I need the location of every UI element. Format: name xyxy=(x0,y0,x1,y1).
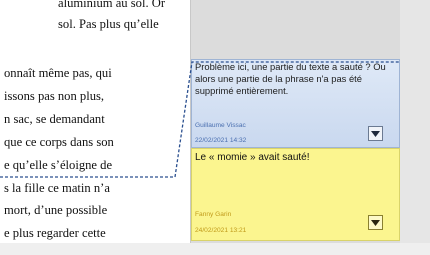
document-line: e qu’elle s’éloigne de xyxy=(4,158,113,172)
workspace-bottom xyxy=(0,243,430,255)
document-line: issons pas non plus, xyxy=(4,89,105,103)
document-line: mort, d’une possible xyxy=(4,203,108,217)
comment-menu-button[interactable] xyxy=(368,126,383,141)
triangle-down-icon xyxy=(371,130,380,137)
document-line: que ce corps dans son xyxy=(4,135,114,149)
comment-author: Fanny Garin xyxy=(195,211,232,218)
comment-text[interactable]: Problème ici, une partie du texte a saut… xyxy=(195,61,398,97)
document-line: aluminium au sol. Or xyxy=(58,0,166,10)
document-line: n sac, se demandant xyxy=(4,112,105,126)
triangle-down-icon xyxy=(371,219,380,226)
document-page[interactable]: aluminium au sol. Or sol. Pas plus qu’el… xyxy=(0,0,190,243)
comment-text[interactable]: Le « momie » avait sauté! xyxy=(195,152,398,164)
comment-author: Guillaume Vissac xyxy=(195,122,246,129)
sidebar-background xyxy=(400,0,430,243)
document-line: sol. Pas plus qu’elle xyxy=(58,17,159,31)
document-line: onnaît même pas, qui xyxy=(4,66,112,80)
document-line: s la fille ce matin n’a xyxy=(4,181,110,195)
comment-date: 24/02/2021 13:21 xyxy=(195,227,247,234)
comment-date: 22/02/2021 14:32 xyxy=(195,137,247,144)
comment-box[interactable]: Le « momie » avait sauté! Fanny Garin 24… xyxy=(191,148,400,241)
document-line: e plus regarder cette xyxy=(4,226,106,240)
comment-menu-button[interactable] xyxy=(368,215,383,230)
comment-box[interactable]: Problème ici, une partie du texte a saut… xyxy=(191,59,400,148)
